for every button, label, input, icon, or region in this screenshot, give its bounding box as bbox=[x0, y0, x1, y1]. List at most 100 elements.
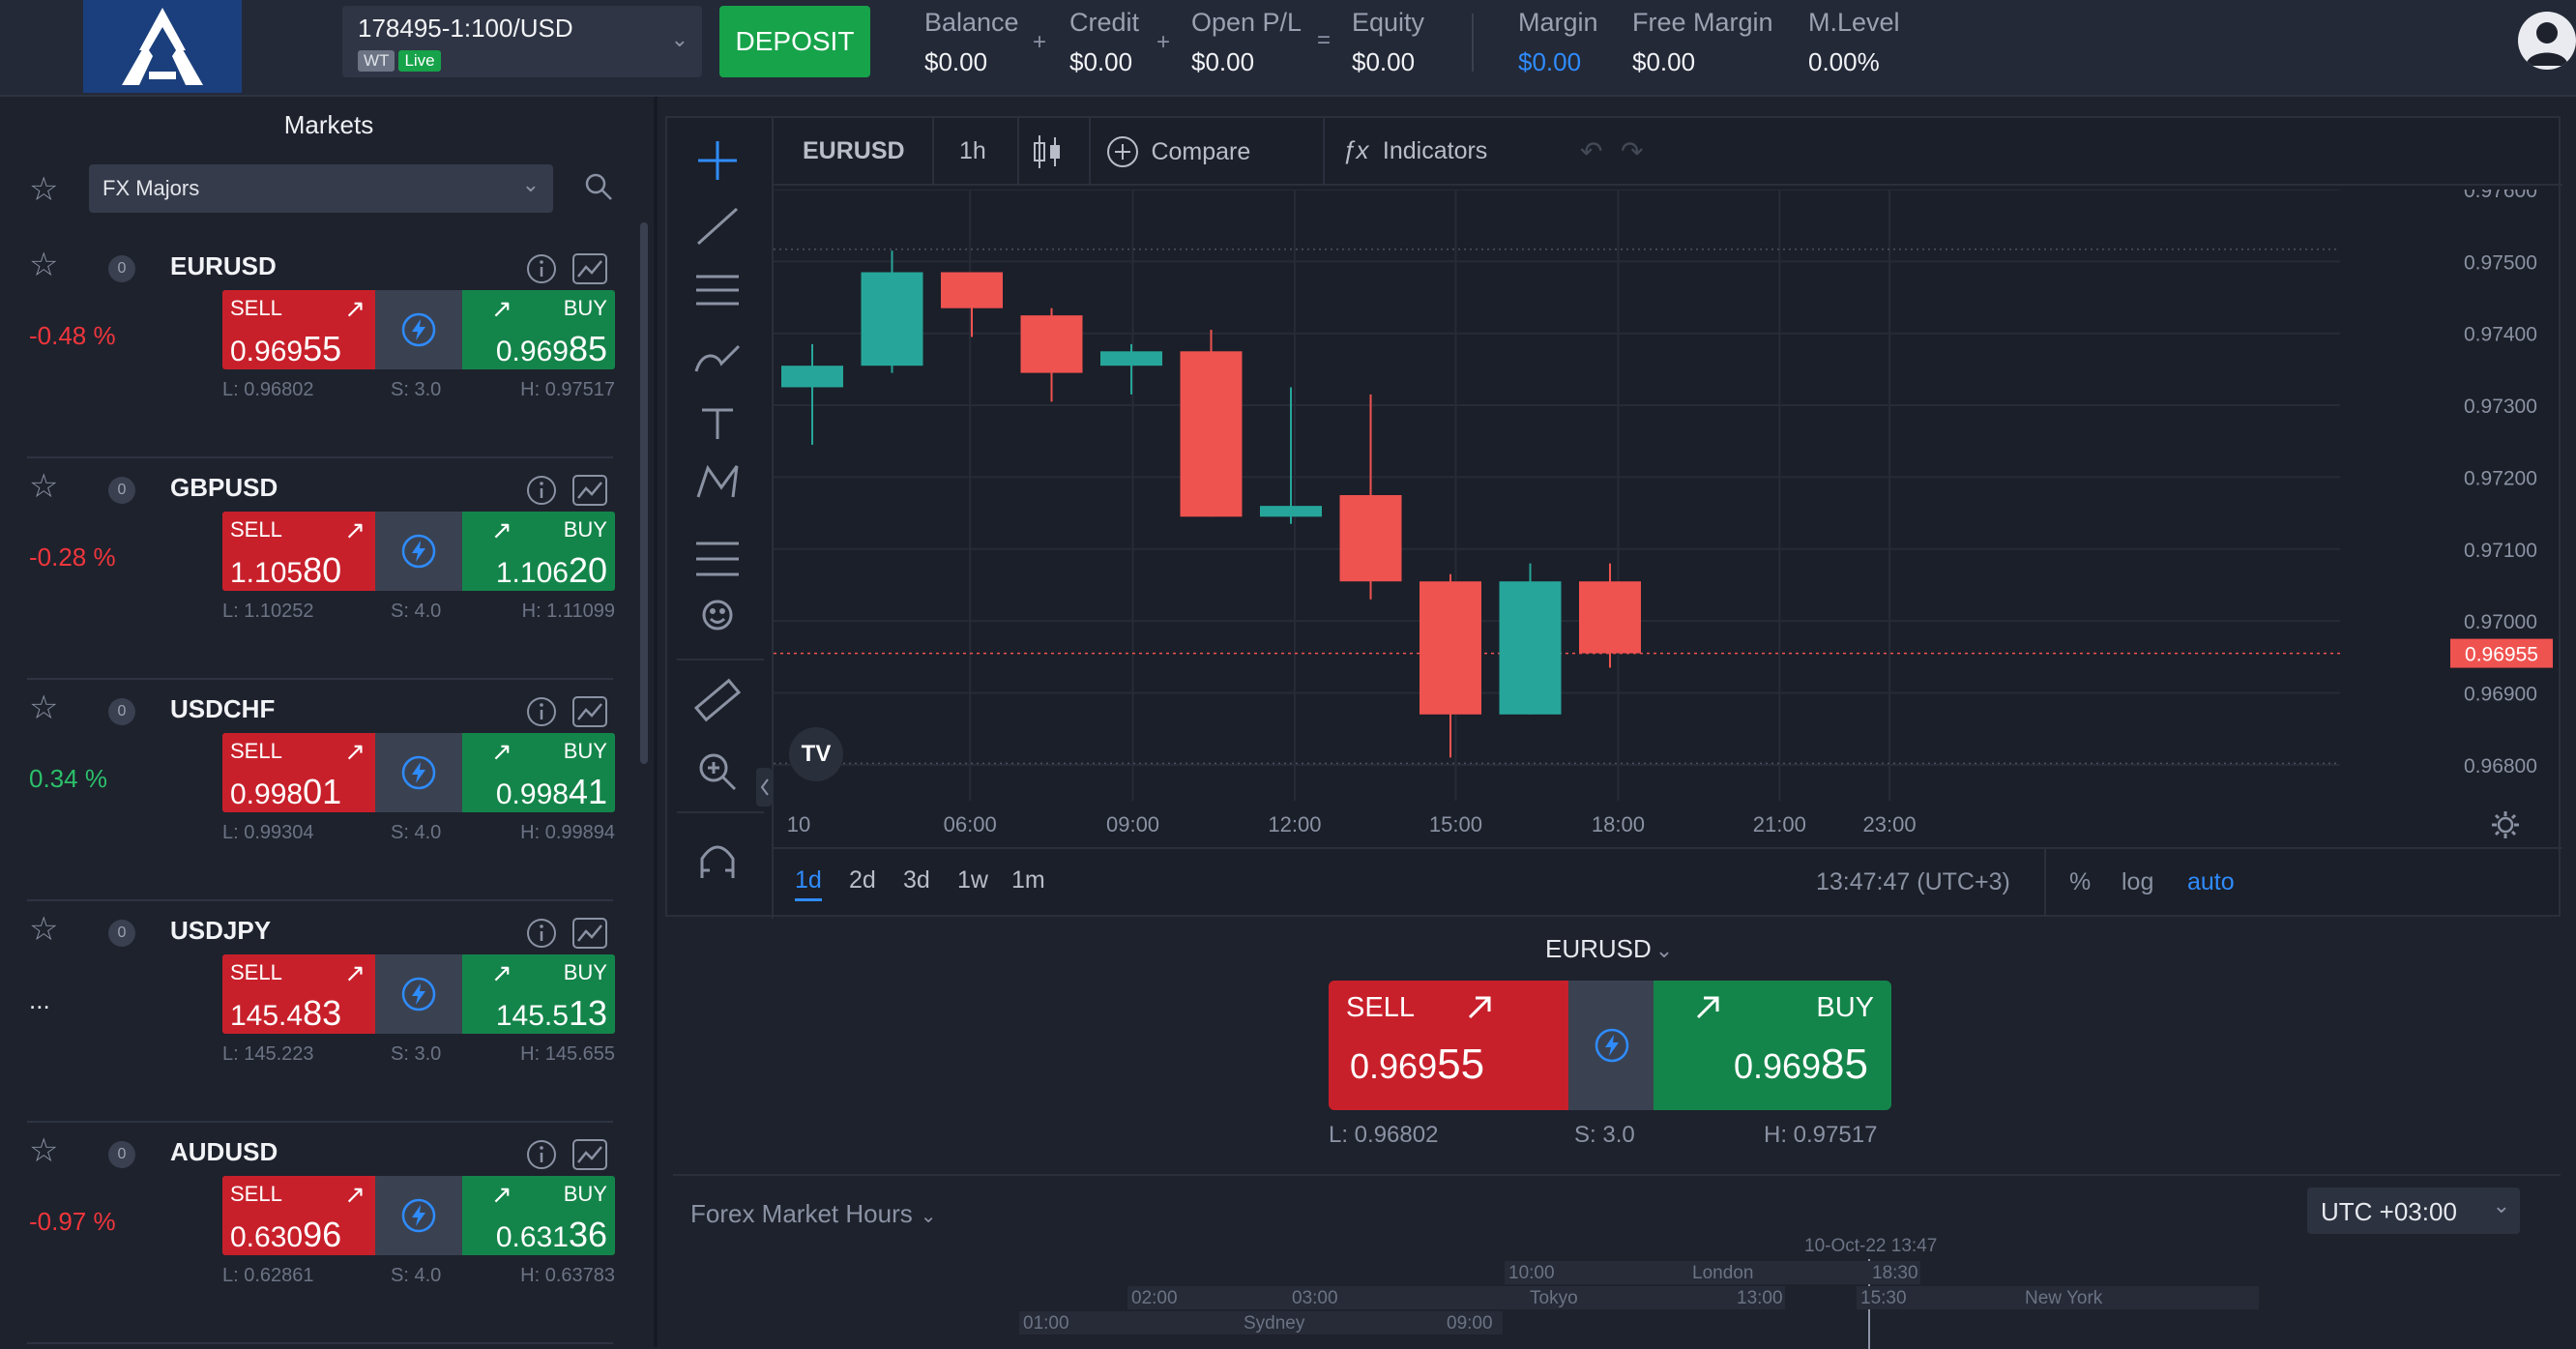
candle[interactable] bbox=[781, 343, 843, 445]
emoji-icon[interactable] bbox=[702, 600, 733, 631]
trend-line-icon[interactable] bbox=[696, 207, 739, 246]
candle[interactable] bbox=[1499, 563, 1562, 715]
buy-button[interactable]: ↗ BUY 0.63136 bbox=[462, 1176, 615, 1255]
candle[interactable] bbox=[1100, 343, 1162, 395]
sell-button[interactable]: SELL ↗ 0.63096 bbox=[222, 1176, 375, 1255]
candle[interactable] bbox=[1579, 563, 1641, 668]
one-click-trading-toggle[interactable] bbox=[1568, 981, 1654, 1110]
one-click-toggle[interactable] bbox=[375, 512, 462, 591]
market-row[interactable]: ☆ 0 GBPUSD -0.28 % SELL ↗ 1.10580 ↗ BUY … bbox=[0, 459, 658, 680]
y-tick-label: 0.97400 bbox=[2464, 324, 2537, 346]
market-row[interactable]: ☆ 0 AUDUSD -0.97 % SELL ↗ 0.63096 ↗ BUY … bbox=[0, 1124, 658, 1344]
search-icon[interactable] bbox=[584, 172, 613, 206]
brush-icon[interactable] bbox=[694, 344, 741, 372]
candle[interactable] bbox=[861, 250, 923, 373]
range-3d[interactable]: 3d bbox=[903, 866, 930, 894]
one-click-toggle[interactable] bbox=[375, 733, 462, 812]
chart-icon[interactable] bbox=[572, 918, 607, 953]
range-1w[interactable]: 1w bbox=[957, 866, 988, 894]
info-icon[interactable] bbox=[526, 253, 557, 289]
fib-icon[interactable] bbox=[696, 542, 739, 576]
forex-title-toggle[interactable]: Forex Market Hours ⌄ bbox=[690, 1199, 937, 1229]
ruler-icon[interactable] bbox=[693, 678, 742, 722]
auto-toggle[interactable]: auto bbox=[2187, 868, 2235, 896]
zoom-in-icon[interactable] bbox=[699, 753, 737, 791]
candle[interactable] bbox=[1339, 394, 1402, 600]
trade-buy-button[interactable]: BUY 0.96985 bbox=[1654, 981, 1891, 1110]
sidebar-scrollbar[interactable] bbox=[640, 222, 648, 764]
trade-symbol-select[interactable]: EURUSD ⌄ bbox=[1545, 934, 1673, 964]
buy-button[interactable]: ↗ BUY 0.96985 bbox=[462, 290, 615, 369]
favorite-star-icon[interactable]: ☆ bbox=[29, 246, 58, 284]
magnet-icon[interactable] bbox=[700, 845, 735, 878]
chart-symbol[interactable]: EURUSD bbox=[803, 137, 905, 165]
favorite-star-icon[interactable]: ☆ bbox=[29, 910, 58, 949]
chart-icon[interactable] bbox=[572, 696, 607, 732]
session-band-london[interactable]: 10:00 London 18:30 bbox=[1505, 1261, 1920, 1284]
market-row[interactable]: ☆ 0 EURUSD -0.48 % SELL ↗ 0.96955 ↗ BUY … bbox=[0, 238, 658, 458]
candle[interactable] bbox=[1420, 573, 1481, 758]
candle[interactable] bbox=[1260, 387, 1322, 524]
info-icon[interactable] bbox=[526, 696, 557, 732]
favorite-star-icon[interactable]: ☆ bbox=[29, 467, 58, 506]
favorite-star-icon[interactable]: ☆ bbox=[29, 689, 58, 727]
interval-button[interactable]: 1h bbox=[959, 137, 986, 165]
text-tool-icon[interactable] bbox=[702, 408, 733, 439]
chart-icon[interactable] bbox=[572, 253, 607, 289]
crosshair-icon[interactable] bbox=[698, 141, 737, 180]
account-selector[interactable]: 178495-1:100/USD WT Live ⌄ bbox=[342, 6, 702, 77]
tradingview-logo[interactable]: TV bbox=[789, 727, 843, 781]
undo-icon[interactable]: ↶ bbox=[1580, 135, 1602, 167]
one-click-toggle[interactable] bbox=[375, 954, 462, 1034]
arrow-up-right-icon: ↗ bbox=[491, 294, 512, 323]
compare-button[interactable]: Compare bbox=[1106, 135, 1250, 168]
log-toggle[interactable]: log bbox=[2122, 868, 2153, 896]
percent-toggle[interactable]: % bbox=[2069, 868, 2091, 896]
buy-button[interactable]: ↗ BUY 1.10620 bbox=[462, 512, 615, 591]
candles-type-icon[interactable] bbox=[1031, 133, 1064, 175]
buy-button[interactable]: ↗ BUY 145.513 bbox=[462, 954, 615, 1034]
collapse-toolbar-icon[interactable] bbox=[756, 768, 772, 806]
session-band-sydney[interactable]: 01:00 Sydney 09:00 bbox=[1019, 1311, 1503, 1334]
y-tick-label: 0.97300 bbox=[2464, 396, 2537, 418]
range-1m[interactable]: 1m bbox=[1011, 866, 1045, 894]
chart-settings-icon[interactable] bbox=[2491, 810, 2520, 844]
time-axis[interactable]: 10 06:00 09:00 12:00 15:00 18:00 21:00 23:00 bbox=[774, 801, 2562, 847]
range-1d[interactable]: 1d bbox=[795, 866, 822, 901]
info-icon[interactable] bbox=[526, 1139, 557, 1175]
indicators-button[interactable]: ƒx Indicators bbox=[1342, 135, 1487, 165]
candle[interactable] bbox=[1020, 308, 1083, 402]
candle[interactable] bbox=[1180, 329, 1243, 517]
sell-button[interactable]: SELL ↗ 0.96955 bbox=[222, 290, 375, 369]
pattern-icon[interactable] bbox=[696, 464, 739, 498]
sell-button[interactable]: SELL ↗ 145.483 bbox=[222, 954, 375, 1034]
redo-icon[interactable]: ↷ bbox=[1621, 135, 1643, 167]
trade-sell-button[interactable]: SELL 0.96955 bbox=[1329, 981, 1568, 1110]
session-close: 13:00 bbox=[1737, 1288, 1783, 1308]
candle-chart[interactable] bbox=[774, 190, 2340, 801]
favorites-star-icon[interactable]: ☆ bbox=[29, 170, 58, 209]
info-icon[interactable] bbox=[526, 475, 557, 511]
price-axis[interactable]: 0.97600 0.97500 0.97400 0.97300 0.97200 0.971… bbox=[2450, 190, 2562, 801]
horizontal-lines-icon[interactable] bbox=[696, 275, 739, 306]
timezone-select[interactable]: UTC +03:00 ⌄ bbox=[2307, 1188, 2520, 1234]
one-click-toggle[interactable] bbox=[375, 1176, 462, 1255]
session-band-new-york[interactable]: 15:30 New York bbox=[1857, 1286, 2259, 1309]
brand-logo[interactable] bbox=[83, 0, 242, 93]
range-2d[interactable]: 2d bbox=[849, 866, 876, 894]
chart-icon[interactable] bbox=[572, 475, 607, 511]
favorite-star-icon[interactable]: ☆ bbox=[29, 1131, 58, 1170]
market-row[interactable]: ☆ 0 USDJPY ... SELL ↗ 145.483 ↗ BUY 145.… bbox=[0, 902, 658, 1123]
session-band-tokyo[interactable]: 02:00 03:00 Tokyo 13:00 bbox=[1127, 1286, 1785, 1309]
sell-button[interactable]: SELL ↗ 1.10580 bbox=[222, 512, 375, 591]
market-row[interactable]: ☆ 0 USDCHF 0.34 % SELL ↗ 0.99801 ↗ BUY 0… bbox=[0, 681, 658, 901]
deposit-button[interactable]: DEPOSIT bbox=[719, 6, 870, 77]
buy-button[interactable]: ↗ BUY 0.99841 bbox=[462, 733, 615, 812]
user-avatar[interactable] bbox=[2518, 12, 2576, 70]
info-icon[interactable] bbox=[526, 918, 557, 953]
market-filter-select[interactable]: FX Majors ⌄ bbox=[89, 164, 553, 213]
candle[interactable] bbox=[941, 272, 1003, 337]
one-click-toggle[interactable] bbox=[375, 290, 462, 369]
chart-icon[interactable] bbox=[572, 1139, 607, 1175]
sell-button[interactable]: SELL ↗ 0.99801 bbox=[222, 733, 375, 812]
